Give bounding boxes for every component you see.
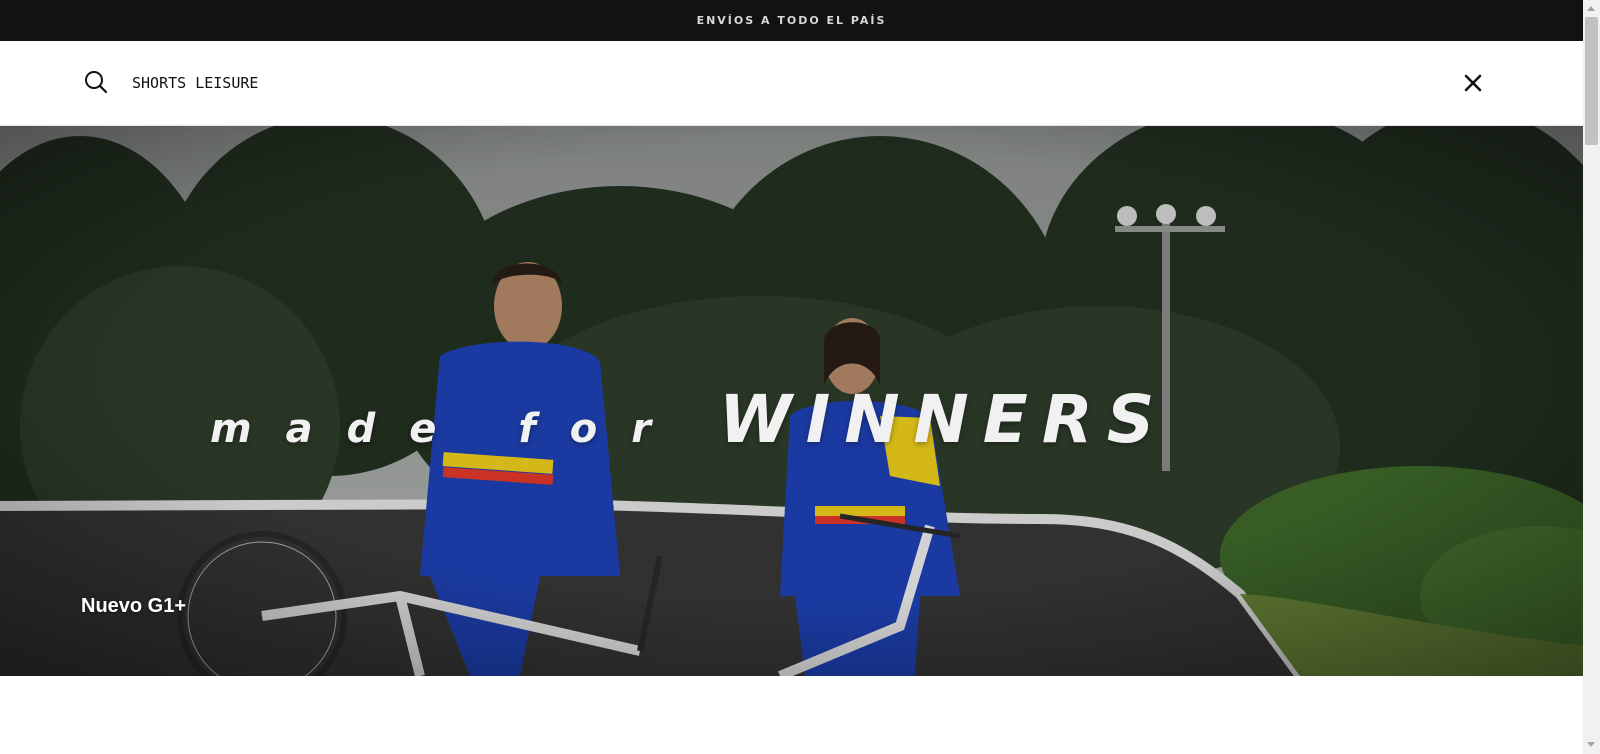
slogan-thin: made for [210,406,685,452]
hero-caption[interactable]: Nuevo G1+ [81,595,186,618]
search-input[interactable] [132,67,1332,99]
scroll-up-arrow-icon[interactable] [1587,6,1595,11]
scroll-down-arrow-icon[interactable] [1587,742,1595,747]
hero-banner[interactable]: made for WINNERS Nuevo G1+ [0,126,1583,676]
scrollbar-thumb[interactable] [1585,17,1598,145]
search-icon[interactable] [84,70,108,94]
hero-slogan: made for WINNERS [210,381,1320,458]
slogan-bold: WINNERS [718,381,1169,458]
close-icon[interactable] [1462,72,1484,94]
page-scrollbar[interactable] [1583,0,1600,754]
search-bar [0,41,1583,126]
announcement-text: ENVÍOS A TODO EL PAÍS [696,14,887,27]
announcement-bar: ENVÍOS A TODO EL PAÍS [0,0,1583,41]
